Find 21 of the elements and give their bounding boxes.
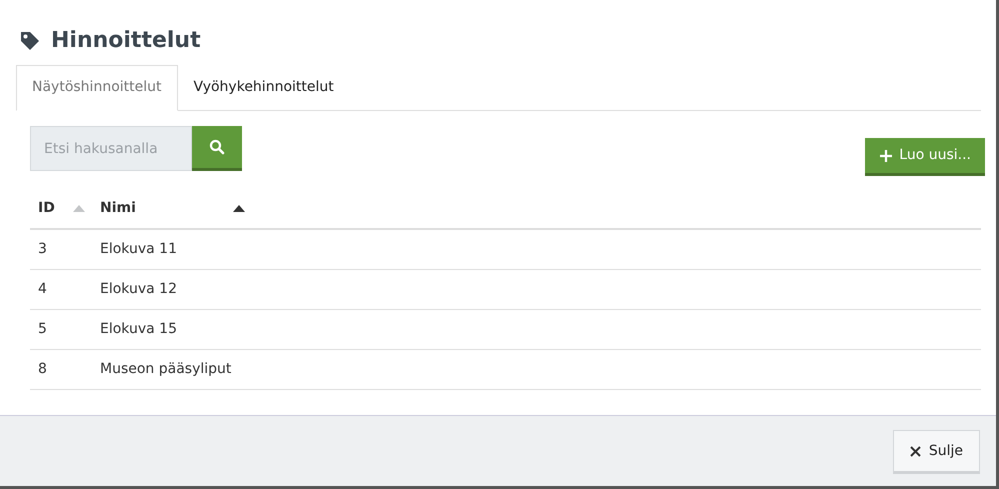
column-header[interactable]: ID	[38, 198, 55, 218]
table-cell-text: 8	[38, 360, 47, 379]
dialog-title: Hinnoittelut	[51, 27, 201, 55]
table-cell-text: Elokuva 12	[100, 280, 177, 299]
tab[interactable]: Näytöshinnoittelut	[16, 65, 178, 111]
table-cell-text: Elokuva 15	[100, 320, 177, 339]
close-button[interactable]: Sulje	[892, 430, 980, 474]
search-field[interactable]: Etsi hakusanalla	[30, 126, 192, 171]
search-button[interactable]	[192, 126, 242, 171]
tab[interactable]: Vyöhykehinnoittelut	[178, 65, 350, 111]
search-icon	[209, 138, 225, 155]
close-icon	[910, 446, 921, 456]
table-cell-text: Elokuva 11	[100, 240, 177, 259]
plus-icon	[879, 148, 894, 162]
column-header[interactable]: Nimi	[100, 198, 136, 218]
table-cell-text: 5	[38, 320, 47, 339]
sort-icon[interactable]	[233, 204, 245, 212]
tag-icon	[19, 30, 41, 52]
table-cell-text: 4	[38, 280, 47, 299]
table-cell-text: Museon pääsyliput	[100, 360, 232, 379]
table-cell-text: 3	[38, 240, 47, 259]
